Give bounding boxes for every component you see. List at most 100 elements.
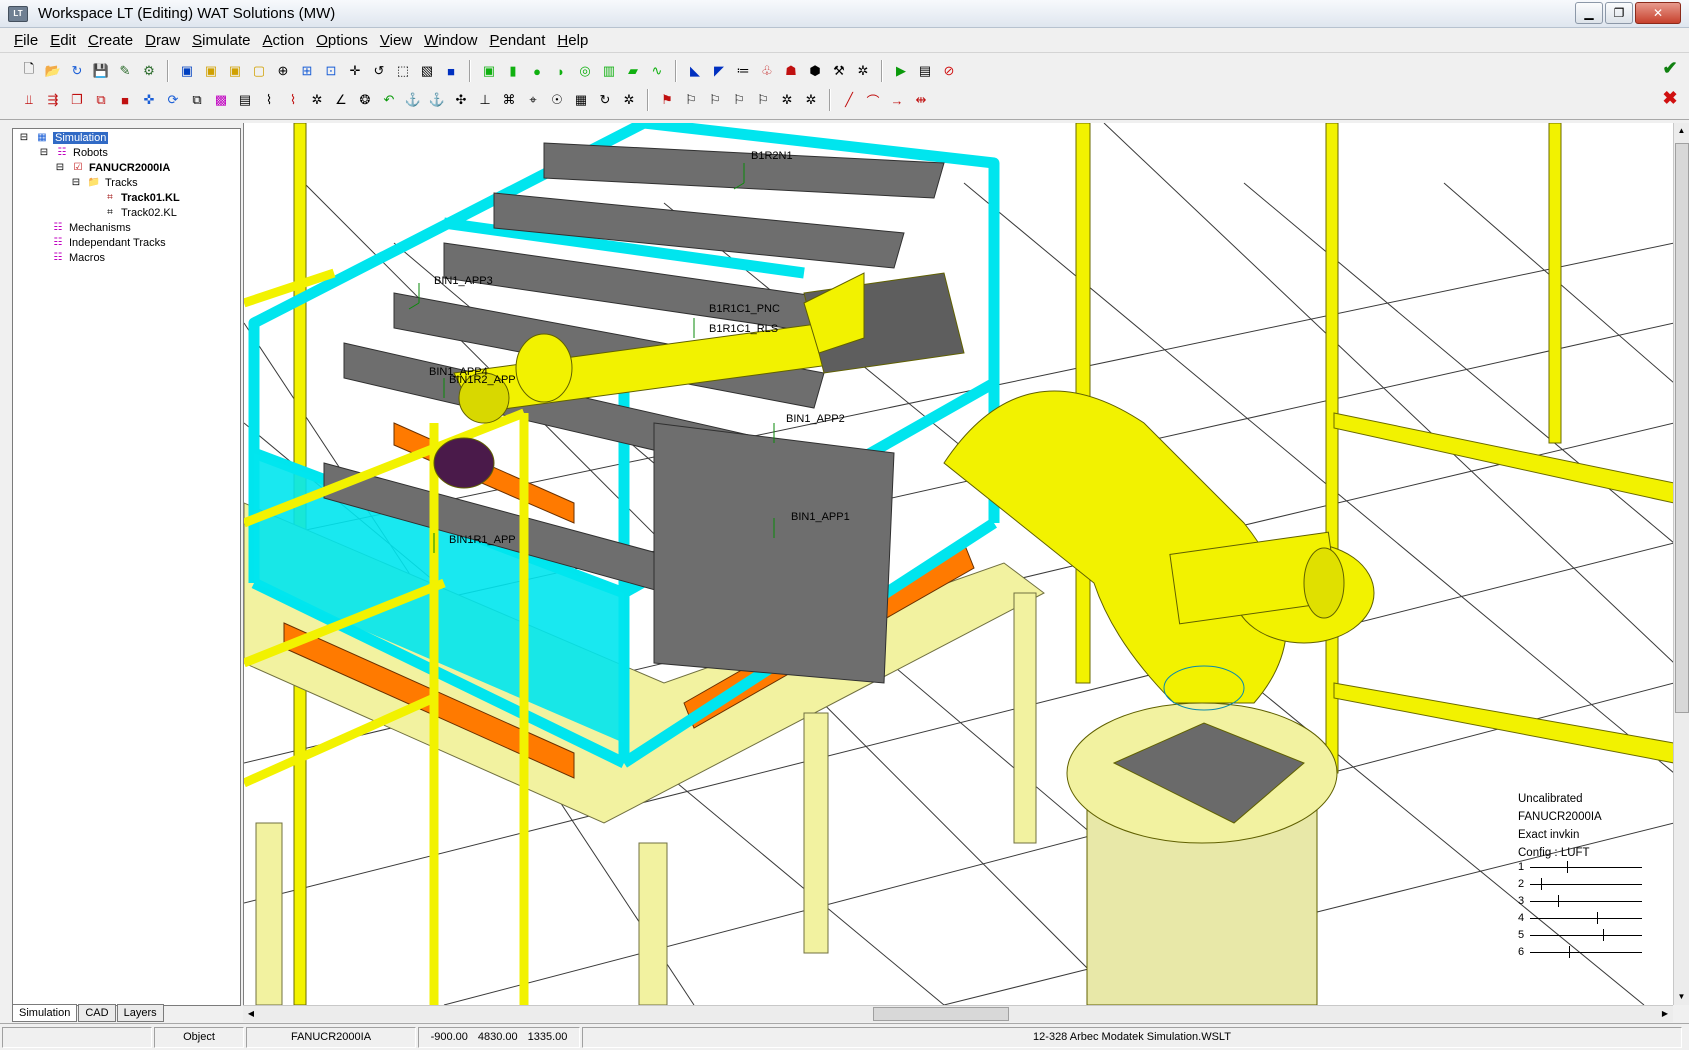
tab-layers[interactable]: Layers: [116, 1004, 164, 1022]
wireframe-icon[interactable]: ⬚: [392, 60, 414, 82]
undo-icon[interactable]: ↶: [378, 89, 400, 111]
detach-icon[interactable]: ⌇: [282, 89, 304, 111]
rotate-object-icon[interactable]: ⟳: [162, 89, 184, 111]
view-top-icon[interactable]: ▢: [248, 60, 270, 82]
wedge-primitive-icon[interactable]: ▰: [622, 60, 644, 82]
menu-options[interactable]: Options: [310, 32, 374, 49]
menu-create[interactable]: Create: [82, 32, 139, 49]
refresh-icon[interactable]: ↻: [66, 60, 88, 82]
cp-point2-icon[interactable]: ✲: [800, 89, 822, 111]
tree-node-track02[interactable]: ⌗ Track02.KL: [103, 206, 177, 220]
scroll-right-icon[interactable]: ▶: [1657, 1006, 1673, 1022]
gripper-icon[interactable]: ☗: [780, 60, 802, 82]
tcp-icon[interactable]: ⊥: [474, 89, 496, 111]
path-icon[interactable]: ≔: [732, 60, 754, 82]
tp-icon[interactable]: ⚐: [704, 89, 726, 111]
tool-icon[interactable]: ♧: [756, 60, 778, 82]
tree-node-track01[interactable]: ⌗ Track01.KL: [103, 191, 180, 205]
3d-viewport[interactable]: B1R2N1 BIN1_APP3 B1R1C1_PNC B1R1C1_RLS B…: [243, 123, 1673, 1005]
part-icon[interactable]: ⬢: [804, 60, 826, 82]
translate-icon[interactable]: ✜: [138, 89, 160, 111]
view-front-icon[interactable]: ▣: [200, 60, 222, 82]
robot-move-icon[interactable]: ⚓: [426, 89, 448, 111]
tree-node-tracks[interactable]: ⊟ 📁 Tracks: [69, 176, 138, 190]
frame-list-icon[interactable]: ◤: [708, 60, 730, 82]
approach-icon[interactable]: ⚐: [752, 89, 774, 111]
minimize-button[interactable]: ▁: [1575, 2, 1603, 24]
zoom-window-icon[interactable]: ⊞: [296, 60, 318, 82]
dimension-icon[interactable]: ⇹: [910, 89, 932, 111]
layer-icon[interactable]: ▤: [234, 89, 256, 111]
menu-window[interactable]: Window: [418, 32, 483, 49]
expand-minus-icon[interactable]: ⊟: [69, 177, 83, 189]
zoom-in-icon[interactable]: ⊕: [272, 60, 294, 82]
cancel-icon[interactable]: ✖: [1657, 85, 1683, 111]
box-primitive-icon[interactable]: ▣: [478, 60, 500, 82]
menu-file[interactable]: File: [8, 32, 44, 49]
view-iso-icon[interactable]: ▣: [176, 60, 198, 82]
tree-node-macros[interactable]: ☷ Macros: [51, 251, 106, 265]
scroll-up-icon[interactable]: ▲: [1674, 123, 1689, 139]
record-icon[interactable]: ▤: [914, 60, 936, 82]
vertical-scroll-thumb[interactable]: [1675, 143, 1689, 713]
fixture-icon[interactable]: ⚒: [828, 60, 850, 82]
calibrate-icon[interactable]: ⌖: [522, 89, 544, 111]
tree-node-robot[interactable]: ⊟ ☑ FANUCR2000IA: [53, 161, 171, 175]
menu-action[interactable]: Action: [256, 32, 310, 49]
save-icon[interactable]: 💾: [90, 60, 112, 82]
collision-icon[interactable]: ❂: [354, 89, 376, 111]
rotate-view-icon[interactable]: ↺: [368, 60, 390, 82]
spline-primitive-icon[interactable]: ∿: [646, 60, 668, 82]
mirror-icon[interactable]: ⧉: [90, 89, 112, 111]
point-list-icon[interactable]: ⚐: [680, 89, 702, 111]
stop-icon[interactable]: ⊘: [938, 60, 960, 82]
delete-object-icon[interactable]: ■: [114, 89, 136, 111]
open-folder-icon[interactable]: 📂: [42, 60, 64, 82]
reach-icon[interactable]: ☉: [546, 89, 568, 111]
cone-primitive-icon[interactable]: ◗: [550, 60, 572, 82]
tree-node-independent-tracks[interactable]: ☷ Independant Tracks: [51, 236, 166, 250]
macro-icon[interactable]: ⚙: [138, 60, 160, 82]
robot-teach-icon[interactable]: ⚓: [402, 89, 424, 111]
program-icon[interactable]: ▦: [570, 89, 592, 111]
cycle-icon[interactable]: ↻: [594, 89, 616, 111]
accept-icon[interactable]: ✔: [1657, 55, 1683, 81]
copy-object-icon[interactable]: ❐: [66, 89, 88, 111]
menu-simulate[interactable]: Simulate: [186, 32, 256, 49]
tree-node-simulation[interactable]: ⊟ ▦ Simulation: [17, 131, 109, 145]
menu-pendant[interactable]: Pendant: [484, 32, 552, 49]
pan-icon[interactable]: ✛: [344, 60, 366, 82]
move-axis-icon[interactable]: ⇶: [42, 89, 64, 111]
save-as-icon[interactable]: ✎: [114, 60, 136, 82]
vertical-scrollbar[interactable]: ▲ ▼: [1673, 123, 1689, 1005]
cp-add-icon[interactable]: ✲: [306, 89, 328, 111]
menu-edit[interactable]: Edit: [44, 32, 82, 49]
gp-icon[interactable]: ⚐: [728, 89, 750, 111]
pipe-primitive-icon[interactable]: ▥: [598, 60, 620, 82]
cp-robot-icon[interactable]: ✲: [618, 89, 640, 111]
zoom-fit-icon[interactable]: ⊡: [320, 60, 342, 82]
jog-icon[interactable]: ✣: [450, 89, 472, 111]
frame-icon[interactable]: ◣: [684, 60, 706, 82]
sphere-primitive-icon[interactable]: ●: [526, 60, 548, 82]
point-icon[interactable]: ⚑: [656, 89, 678, 111]
menu-draw[interactable]: Draw: [139, 32, 186, 49]
tool-frame-icon[interactable]: ⌘: [498, 89, 520, 111]
move-object-icon[interactable]: ⫫: [18, 89, 40, 111]
horizontal-scroll-thumb[interactable]: [873, 1007, 1009, 1021]
line-icon[interactable]: ╱: [838, 89, 860, 111]
expand-minus-icon[interactable]: ⊟: [17, 132, 31, 144]
view-side-icon[interactable]: ▣: [224, 60, 246, 82]
torus-primitive-icon[interactable]: ◎: [574, 60, 596, 82]
new-file-icon[interactable]: 🗋: [18, 60, 40, 82]
maximize-button[interactable]: ❐: [1605, 2, 1633, 24]
cylinder-primitive-icon[interactable]: ▮: [502, 60, 524, 82]
horizontal-scrollbar[interactable]: ◀ ▶: [243, 1005, 1673, 1022]
play-icon[interactable]: ▶: [890, 60, 912, 82]
group-icon[interactable]: ⧉: [186, 89, 208, 111]
expand-minus-icon[interactable]: ⊟: [37, 147, 51, 159]
attach-icon[interactable]: ⌇: [258, 89, 280, 111]
expand-minus-icon[interactable]: ⊟: [53, 162, 67, 174]
measure-icon[interactable]: ∠: [330, 89, 352, 111]
tab-simulation[interactable]: Simulation: [12, 1004, 78, 1022]
